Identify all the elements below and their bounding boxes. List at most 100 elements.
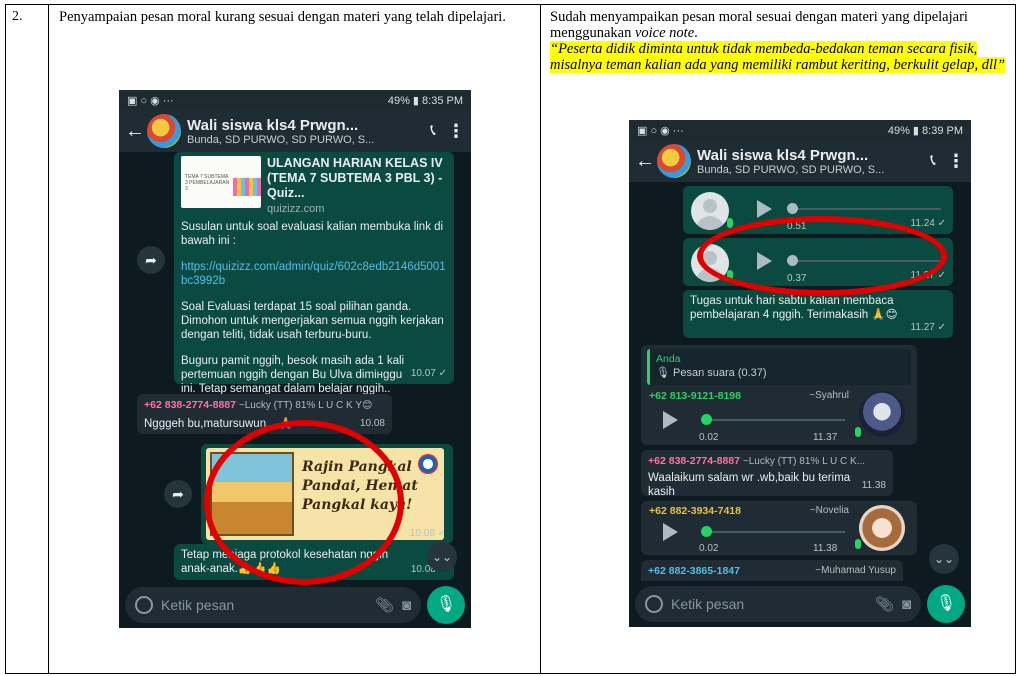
chat-title-block[interactable]: Wali siswa kls4 Prwgn... Bunda, SD PURWO…: [187, 117, 419, 146]
sender-number: +62 838-2774-8887: [648, 455, 740, 467]
quiz-preview-domain: quizizz.com: [267, 203, 325, 215]
voice-duration: 0.02: [699, 432, 719, 443]
play-icon[interactable]: [663, 411, 678, 429]
message-time: 10.08 ✓: [409, 528, 446, 539]
attach-icon[interactable]: 📎︎: [375, 596, 394, 614]
voice-progress-knob[interactable]: [701, 526, 712, 537]
status-bar: ▣ ○ ◉ ··· 49% ▮ 8:39 PM: [629, 120, 971, 140]
mic-icon: [855, 427, 861, 437]
status-battery-time: 49% ▮ 8:35 PM: [387, 94, 463, 107]
message-time: 10.08: [359, 418, 385, 429]
status-battery-time: 49% ▮ 8:39 PM: [887, 124, 963, 137]
message-time: 11.37: [813, 432, 838, 443]
input-placeholder: Ketik pesan: [671, 596, 745, 612]
whatsapp-screenshot-after: ▣ ○ ◉ ··· 49% ▮ 8:39 PM ← Wali siswa kls…: [629, 120, 971, 627]
message-input[interactable]: Ketik pesan 📎︎ ◙: [125, 587, 421, 623]
sender-line: +62 882-3865-1847 ~Muhamad Yusup: [648, 564, 896, 578]
partial-message[interactable]: +62 882-3865-1847 ~Muhamad Yusup: [641, 560, 903, 581]
group-avatar[interactable]: [147, 114, 181, 148]
assignment-text: Tugas untuk hari sabtu kalian membaca pe…: [690, 295, 898, 321]
message-pamit: Buguru pamit nggih, besok masih ada 1 ka…: [181, 355, 405, 395]
avatar: [859, 391, 905, 437]
reply-sender-number: +62 838-2774-8887: [144, 399, 236, 411]
forward-icon[interactable]: ➦: [137, 246, 165, 274]
avatar: [691, 192, 729, 230]
sender-line: +62 882-3934-7418 ~Novelia: [649, 504, 849, 518]
sender-name: ~Novelia: [809, 505, 849, 516]
message-body: Susulan untuk soal evaluasi kalian membu…: [181, 220, 446, 396]
after-description-end: .: [694, 25, 698, 41]
message-time: 11.27 ✓: [910, 322, 946, 333]
more-options-icon[interactable]: ⋮: [947, 151, 965, 172]
reply-message[interactable]: +62 838-2774-8887 ~Lucky (TT) 81% L U C …: [641, 450, 893, 498]
back-arrow-icon[interactable]: ←: [635, 150, 655, 173]
back-arrow-icon[interactable]: ←: [125, 120, 145, 143]
message-intro: Susulan untuk soal evaluasi kalian membu…: [181, 221, 444, 247]
scroll-down-icon[interactable]: ⌄⌄: [427, 542, 457, 572]
camera-icon[interactable]: ◙: [402, 597, 411, 614]
chat-title-block[interactable]: Wali siswa kls4 Prwgn... Bunda, SD PURWO…: [697, 147, 919, 176]
sender-number: +62 813-9121-8198: [649, 390, 741, 402]
quiz-thumbnail-text: TEMA 7 SUBTEMA 3 PEMBELAJARAN 3: [185, 174, 230, 192]
voice-progress-knob[interactable]: [787, 203, 798, 214]
sender-line: +62 813-9121-8198 ~Syahrul: [649, 389, 849, 403]
voice-progress-track[interactable]: [791, 208, 941, 210]
emoji-icon[interactable]: [135, 596, 153, 614]
add-call-icon[interactable]: 📞︎: [919, 152, 947, 170]
avatar: [859, 505, 905, 551]
reply-sender: +62 838-2774-8887 ~Lucky (TT) 81% L U C …: [144, 398, 385, 413]
camera-icon[interactable]: ◙: [902, 596, 911, 613]
voice-progress-track[interactable]: [705, 531, 845, 533]
quiz-thumbnail-graphic: [233, 178, 261, 196]
more-options-icon[interactable]: ⋮: [447, 121, 465, 142]
group-name: Wali siswa kls4 Prwgn...: [697, 146, 869, 164]
whatsapp-screenshot-before: ▣ ○ ◉ ··· 49% ▮ 8:35 PM ← Wali siswa kls…: [119, 90, 471, 628]
attach-icon[interactable]: 📎︎: [875, 595, 894, 613]
sender-name: ~Syahrul: [809, 390, 849, 401]
sender-name: ~Lucky (TT) 81% L U C K...: [742, 456, 866, 467]
forward-icon[interactable]: ➦: [164, 480, 192, 508]
play-icon[interactable]: [757, 200, 772, 218]
chat-header: ← Wali siswa kls4 Prwgn... Bunda, SD PUR…: [119, 110, 471, 152]
assignment-message[interactable]: Tugas untuk hari sabtu kalian membaca pe…: [683, 290, 953, 338]
scroll-down-icon[interactable]: ⌄⌄: [929, 544, 959, 574]
group-members: Bunda, SD PURWO, SD PURWO, S...: [697, 163, 885, 176]
group-avatar[interactable]: [657, 144, 691, 178]
quiz-preview-title: ULANGAN HARIAN KELAS IV (TEMA 7 SUBTEMA …: [267, 156, 443, 200]
add-call-icon[interactable]: 📞︎: [419, 122, 447, 140]
message-input-bar: Ketik pesan 📎︎ ◙ 🎙︎: [119, 582, 471, 628]
row-number: 2.: [12, 9, 23, 24]
red-annotation-ellipse: [697, 216, 947, 296]
mic-icon[interactable]: 🎙︎: [427, 586, 465, 624]
input-placeholder: Ketik pesan: [161, 597, 235, 613]
quoted-message[interactable]: Anda 🎙 Pesan suara (0.37): [647, 349, 911, 385]
chat-header: ← Wali siswa kls4 Prwgn... Bunda, SD PUR…: [629, 140, 971, 182]
message-input[interactable]: Ketik pesan 📎︎ ◙: [635, 586, 921, 622]
before-description: Penyampaian pesan moral kurang sesuai de…: [59, 9, 506, 25]
mic-icon[interactable]: 🎙︎: [927, 585, 965, 623]
emoji-icon[interactable]: [645, 595, 663, 613]
moral-message-quote: “Peserta didik diminta untuk tidak membe…: [550, 41, 1006, 73]
message-time: 10.07 ✓: [410, 368, 447, 379]
voice-progress-track[interactable]: [705, 419, 845, 421]
reply-sender-name: ~Lucky (TT) 81% L U C K Y😊: [238, 400, 373, 411]
mic-icon: [855, 539, 861, 549]
voice-reply-message[interactable]: Anda 🎙 Pesan suara (0.37) +62 813-9121-8…: [641, 345, 917, 445]
voice-duration: 0.02: [699, 543, 719, 554]
quiz-link[interactable]: https://quizizz.com/admin/quiz/602c8edb2…: [181, 260, 446, 288]
voice-progress-knob[interactable]: [701, 414, 712, 425]
voice-reply-message[interactable]: +62 882-3934-7418 ~Novelia 0.02 11.38: [641, 501, 917, 555]
sender-number: +62 882-3934-7418: [649, 505, 741, 517]
reply-sender: +62 838-2774-8887 ~Lucky (TT) 81% L U C …: [648, 454, 886, 469]
status-icons-left: ▣ ○ ◉ ···: [637, 124, 684, 137]
reply-text: Waalaikum salam wr .wb,baik bu terima ka…: [648, 472, 851, 498]
message-time: 11.38: [813, 543, 838, 554]
message-eval: Soal Evaluasi terdapat 15 soal pilihan g…: [181, 301, 444, 341]
group-name: Wali siswa kls4 Prwgn...: [187, 116, 359, 134]
group-members: Bunda, SD PURWO, SD PURWO, S...: [187, 133, 375, 146]
quiz-thumbnail: TEMA 7 SUBTEMA 3 PEMBELAJARAN 3: [181, 156, 261, 208]
column-divider: [48, 5, 49, 673]
play-icon[interactable]: [663, 523, 678, 541]
after-description: Sudah menyampaikan pesan moral sesuai de…: [550, 9, 1010, 73]
quiz-link-message[interactable]: TEMA 7 SUBTEMA 3 PEMBELAJARAN 3 ULANGAN …: [174, 152, 454, 395]
